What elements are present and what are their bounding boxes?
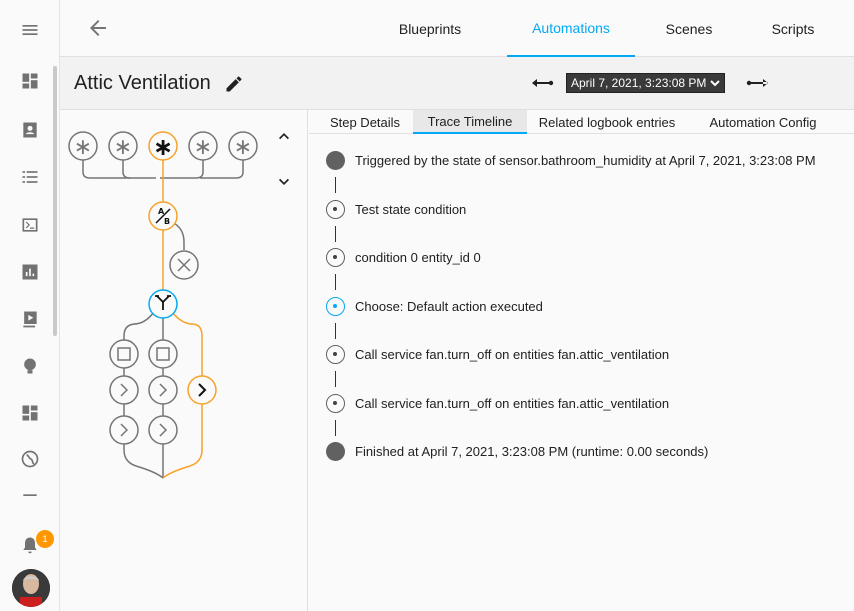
page-title: Attic Ventilation (74, 72, 211, 94)
terminal-icon[interactable] (18, 213, 42, 237)
timeline-connector (335, 226, 336, 242)
timeline-connector (335, 323, 336, 339)
connector-trigger-5 (200, 160, 244, 179)
globe-icon[interactable] (18, 447, 42, 471)
tab-scenes[interactable]: Scenes (654, 0, 724, 57)
trigger-nodes: ∗ ∗ ∗ ∗ ∗ (68, 131, 258, 161)
condition-stop-node (169, 250, 199, 280)
top-bar: Blueprints Automations Scenes Scripts (60, 0, 854, 57)
condition-node: A B (148, 201, 178, 231)
trigger-node-1: ∗ (68, 131, 98, 161)
branch-1-action-node-1 (109, 375, 139, 405)
timeline-item: Finished at April 7, 2021, 3:23:08 PM (r… (309, 440, 854, 464)
timeline-text: Call service fan.turn_off on entities fa… (355, 347, 670, 362)
sidebar: 1 (0, 0, 60, 611)
timeline-marker (326, 297, 345, 316)
svg-text:∗: ∗ (114, 135, 132, 160)
chevron-down-icon (710, 80, 721, 87)
timeline-connector (335, 274, 336, 290)
connector-trigger-2 (122, 160, 131, 179)
tab-automation-config[interactable]: Automation Config (701, 110, 825, 134)
timeline-item: Triggered by the state of sensor.bathroo… (309, 149, 854, 173)
dashboard-icon[interactable] (18, 401, 42, 425)
timeline-text: Finished at April 7, 2021, 3:23:08 PM (r… (355, 444, 709, 459)
timeline-marker (326, 442, 345, 461)
timeline-text: condition 0 entity_id 0 (355, 250, 481, 265)
divider-icon (18, 484, 42, 508)
svg-text:∗: ∗ (234, 135, 252, 160)
chevron-down-icon[interactable] (276, 174, 292, 190)
media-icon[interactable] (18, 307, 42, 331)
connector-branch-1 (123, 311, 155, 342)
svg-text:B: B (164, 217, 170, 226)
logbook-icon[interactable] (18, 118, 42, 142)
svg-text:∗: ∗ (74, 135, 92, 160)
tab-blueprints[interactable]: Blueprints (390, 0, 470, 57)
trigger-node-active: ∗ (148, 131, 178, 161)
tab-step-details[interactable]: Step Details (317, 110, 413, 134)
timeline-item: Choose: Default action executed (309, 295, 854, 319)
tab-automations[interactable]: Automations (507, 0, 635, 57)
automation-header: Attic Ventilation April 7, 2021, 3:23:08… (60, 57, 854, 110)
default-action-node (187, 375, 217, 405)
svg-text:∗: ∗ (153, 133, 173, 161)
trigger-node-4: ∗ (188, 131, 218, 161)
chevron-up-icon[interactable] (276, 128, 292, 144)
timeline-marker (326, 248, 345, 267)
branch-2-condition-node (148, 339, 178, 369)
timeline-text: Test state condition (355, 202, 467, 217)
avatar[interactable] (12, 569, 50, 607)
timeline-text: Choose: Default action executed (355, 299, 543, 314)
timeline-marker (326, 200, 345, 219)
trigger-node-5: ∗ (228, 131, 258, 161)
trace-select-value: April 7, 2021, 3:23:08 PM (571, 76, 707, 90)
trace-select[interactable]: April 7, 2021, 3:23:08 PM (566, 73, 726, 93)
timeline-marker (326, 345, 345, 364)
tab-trace-timeline[interactable]: Trace Timeline (413, 110, 527, 134)
menu-icon[interactable] (18, 18, 42, 42)
branch-1-action-node-2 (109, 415, 139, 445)
svg-text:∗: ∗ (194, 135, 212, 160)
previous-trace-icon[interactable] (532, 76, 554, 90)
timeline-item: Call service fan.turn_off on entities fa… (309, 343, 854, 367)
trace-timeline: Triggered by the state of sensor.bathroo… (309, 135, 854, 611)
history-icon[interactable] (18, 260, 42, 284)
timeline-marker (326, 394, 345, 413)
connector-trigger-4 (160, 160, 204, 179)
back-arrow-icon[interactable] (86, 16, 110, 40)
connector-condition-stop (171, 221, 185, 250)
overview-icon[interactable] (18, 69, 42, 93)
timeline-item: Test state condition (309, 198, 854, 222)
trace-tabs: Step Details Trace Timeline Related logb… (309, 110, 854, 134)
app-root: 1 Blueprints Automations Scenes Scripts … (0, 0, 854, 611)
branch-2-action-node-2 (148, 415, 178, 445)
timeline-item: Call service fan.turn_off on entities fa… (309, 392, 854, 416)
timeline-connector (335, 177, 336, 193)
timeline-connector (335, 371, 336, 387)
config-icon[interactable] (18, 354, 42, 378)
sidebar-scrollbar[interactable] (53, 66, 57, 336)
trigger-node-2: ∗ (108, 131, 138, 161)
connector-branch-default (171, 311, 203, 378)
connector-trigger-1 (82, 160, 156, 179)
timeline-item: condition 0 entity_id 0 (309, 246, 854, 270)
trace-graph: ∗ ∗ ∗ ∗ ∗ A B (68, 131, 258, 479)
branch-2-action-node-1 (148, 375, 178, 405)
tab-scripts[interactable]: Scripts (758, 0, 828, 57)
timeline-marker (326, 151, 345, 170)
timeline-connector (335, 420, 336, 436)
timeline-text: Call service fan.turn_off on entities fa… (355, 396, 670, 411)
notification-badge[interactable]: 1 (36, 530, 54, 548)
trace-graph-panel: ∗ ∗ ∗ ∗ ∗ A B (60, 110, 308, 611)
next-trace-icon[interactable] (746, 76, 768, 90)
branch-1-condition-node (109, 339, 139, 369)
pencil-icon[interactable] (224, 74, 244, 94)
choose-node (148, 289, 178, 319)
timeline-text: Triggered by the state of sensor.bathroo… (355, 153, 816, 168)
tab-related-logbook[interactable]: Related logbook entries (533, 110, 681, 134)
list-icon[interactable] (18, 165, 42, 189)
